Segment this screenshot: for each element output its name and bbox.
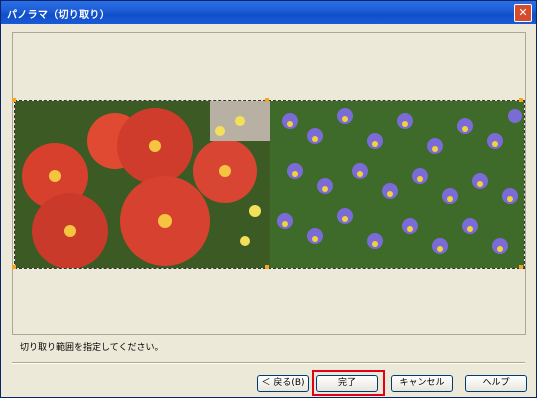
crop-handle-top-middle[interactable] — [265, 98, 269, 102]
help-button[interactable]: ヘルプ — [465, 375, 527, 392]
close-icon[interactable]: ✕ — [514, 4, 532, 22]
window-title: パノラマ（切り取り） — [7, 10, 110, 21]
crop-handle-top-left[interactable] — [12, 98, 16, 102]
back-button[interactable]: ＜ 戻る(B) — [257, 375, 309, 392]
flower-photo — [15, 101, 524, 268]
divider — [12, 362, 525, 364]
title-bar[interactable]: パノラマ（切り取り） ✕ — [1, 1, 536, 24]
crop-handle-bottom-left[interactable] — [12, 265, 16, 269]
cancel-button[interactable]: キャンセル — [391, 375, 453, 392]
panorama-crop-dialog: パノラマ（切り取り） ✕ 切り取り範囲を指定してください。 ＜ 戻る(B) 完了… — [0, 0, 537, 398]
panorama-image[interactable] — [14, 100, 525, 269]
finish-button[interactable]: 完了 — [316, 375, 378, 392]
crop-handle-bottom-middle[interactable] — [265, 265, 269, 269]
crop-handle-bottom-right[interactable] — [519, 265, 523, 269]
crop-handle-top-right[interactable] — [519, 98, 523, 102]
status-text: 切り取り範囲を指定してください。 — [20, 343, 164, 353]
